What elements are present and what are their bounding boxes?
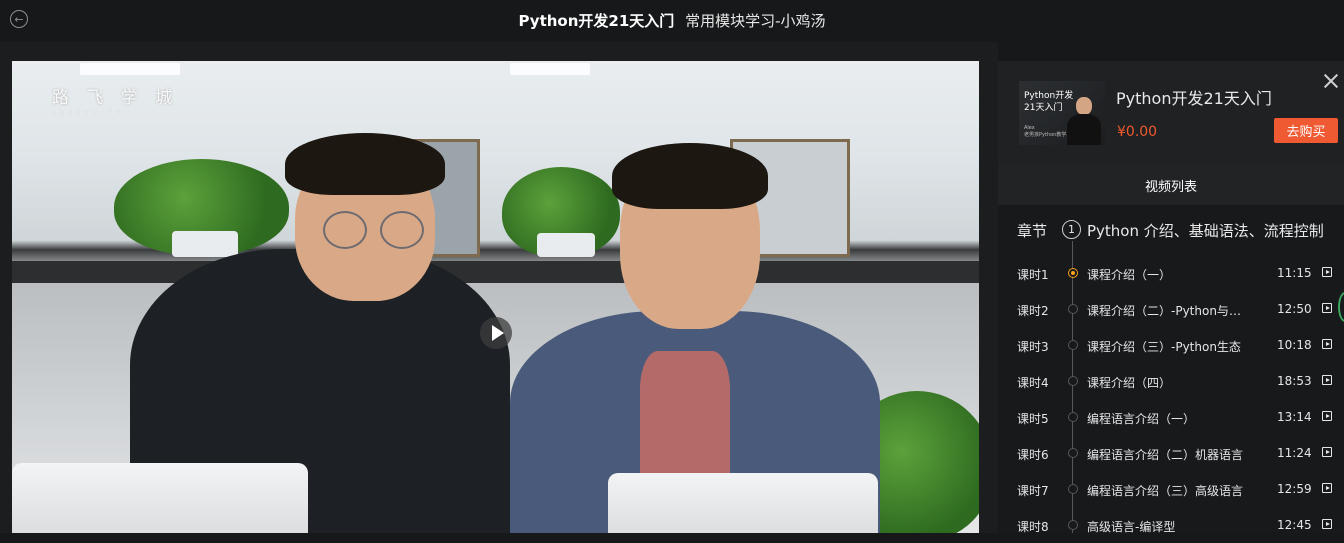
ceiling-light	[80, 63, 180, 75]
lesson-duration: 10:18	[1277, 338, 1312, 352]
page-title: Python开发21天入门 常用模块学习-小鸡汤	[0, 10, 1344, 31]
play-square-icon[interactable]	[1322, 375, 1332, 385]
lesson-number: 课时5	[1017, 412, 1049, 426]
lesson-dot-icon	[1068, 340, 1078, 350]
watermark-cn: 路 飞 学 城	[52, 88, 179, 108]
lesson-number: 课时8	[1017, 520, 1049, 534]
lesson-name: 课程介绍（二）-Python与其他语言	[1087, 304, 1247, 318]
lesson-name: 编程语言介绍（一）	[1087, 412, 1196, 426]
lesson-dot-icon	[1068, 412, 1078, 422]
watermark-en: LUFFYCITY	[52, 109, 125, 117]
thumbnail-title: Python开发 21天入门	[1024, 91, 1074, 113]
course-price: ¥0.00	[1117, 124, 1158, 140]
laptop-left	[12, 463, 308, 533]
laptop-right	[608, 473, 878, 533]
chapter-number-badge: 1	[1062, 220, 1081, 239]
play-square-icon[interactable]	[1322, 267, 1332, 277]
lesson-number: 课时6	[1017, 448, 1049, 462]
lesson-duration: 12:50	[1277, 302, 1312, 316]
lesson-dot-icon	[1068, 304, 1078, 314]
lesson-duration: 12:59	[1277, 482, 1312, 496]
buy-button[interactable]: 去购买	[1274, 118, 1338, 143]
watermark-logo: 路 飞 学 城 LUFFYCITY	[52, 83, 178, 117]
play-icon[interactable]	[480, 317, 512, 349]
lesson-name: 编程语言介绍（二）机器语言	[1087, 448, 1244, 462]
course-card: Python开发 21天入门 Alex 老男孩Python教学总监 Python开发…	[998, 61, 1344, 165]
lesson-name: 编程语言介绍（三）高级语言	[1087, 484, 1244, 498]
lesson-dot-icon	[1068, 484, 1078, 494]
lesson-row[interactable]: 课时3 课程介绍（三）-Python生态 10:18	[998, 327, 1344, 363]
play-square-icon[interactable]	[1322, 303, 1332, 313]
chapter-label: 章节	[1017, 222, 1048, 240]
tab-video-list[interactable]: 视频列表	[998, 165, 1344, 205]
course-title: Python开发21天入门	[518, 12, 675, 30]
lesson-number: 课时1	[1017, 268, 1049, 282]
play-square-icon[interactable]	[1322, 339, 1332, 349]
lesson-name: 高级语言-编译型	[1087, 520, 1176, 534]
lesson-duration: 11:15	[1277, 266, 1312, 280]
lesson-row[interactable]: 课时6 编程语言介绍（二）机器语言 11:24	[998, 435, 1344, 471]
chapter-header[interactable]: 章节 1 Python 介绍、基础语法、流程控制	[998, 213, 1344, 243]
lesson-row[interactable]: 课时7 编程语言介绍（三）高级语言 12:59	[998, 471, 1344, 507]
chapter-title: Python 介绍、基础语法、流程控制	[1087, 222, 1324, 240]
lesson-name: 课程介绍（一）	[1087, 268, 1172, 282]
lesson-row[interactable]: 课时1 课程介绍（一） 11:15	[998, 255, 1344, 291]
lesson-title: 常用模块学习-小鸡汤	[685, 12, 826, 30]
lesson-number: 课时7	[1017, 484, 1049, 498]
lesson-dot-icon	[1068, 448, 1078, 458]
course-card-title[interactable]: Python开发21天入门	[1116, 85, 1272, 109]
lesson-duration: 18:53	[1277, 374, 1312, 388]
play-square-icon[interactable]	[1322, 483, 1332, 493]
close-icon[interactable]	[1323, 73, 1339, 89]
play-square-icon[interactable]	[1322, 447, 1332, 457]
lesson-name: 课程介绍（三）-Python生态	[1087, 340, 1241, 354]
lesson-row[interactable]: 课时5 编程语言介绍（一） 13:14	[998, 399, 1344, 435]
video-player[interactable]: 路 飞 学 城 LUFFYCITY	[12, 61, 979, 533]
lesson-number: 课时2	[1017, 304, 1049, 318]
top-bar: ← Python开发21天入门 常用模块学习-小鸡汤	[0, 0, 1344, 42]
ceiling-light	[510, 63, 590, 75]
presenter-right	[490, 101, 890, 533]
lesson-number: 课时4	[1017, 376, 1049, 390]
current-lesson-dot-icon	[1068, 268, 1078, 278]
lesson-row[interactable]: 课时4 课程介绍（四） 18:53	[998, 363, 1344, 399]
lesson-row[interactable]: 课时2 课程介绍（二）-Python与其他语言 12:50	[998, 291, 1344, 327]
play-square-icon[interactable]	[1322, 519, 1332, 529]
lesson-dot-icon	[1068, 520, 1078, 530]
lesson-dot-icon	[1068, 376, 1078, 386]
lesson-name: 课程介绍（四）	[1087, 376, 1172, 390]
lesson-duration: 13:14	[1277, 410, 1312, 424]
lesson-number: 课时3	[1017, 340, 1049, 354]
playlist-sidebar: Python开发 21天入门 Alex 老男孩Python教学总监 Python开发…	[998, 61, 1344, 534]
video-area: 路 飞 学 城 LUFFYCITY	[0, 42, 998, 533]
lesson-row[interactable]: 课时8 高级语言-编译型 12:45	[998, 507, 1344, 543]
lesson-duration: 11:24	[1277, 446, 1312, 460]
play-square-icon[interactable]	[1322, 411, 1332, 421]
course-thumbnail[interactable]: Python开发 21天入门 Alex 老男孩Python教学总监	[1019, 81, 1105, 145]
lesson-duration: 12:45	[1277, 518, 1312, 532]
thumbnail-person	[1067, 97, 1101, 145]
